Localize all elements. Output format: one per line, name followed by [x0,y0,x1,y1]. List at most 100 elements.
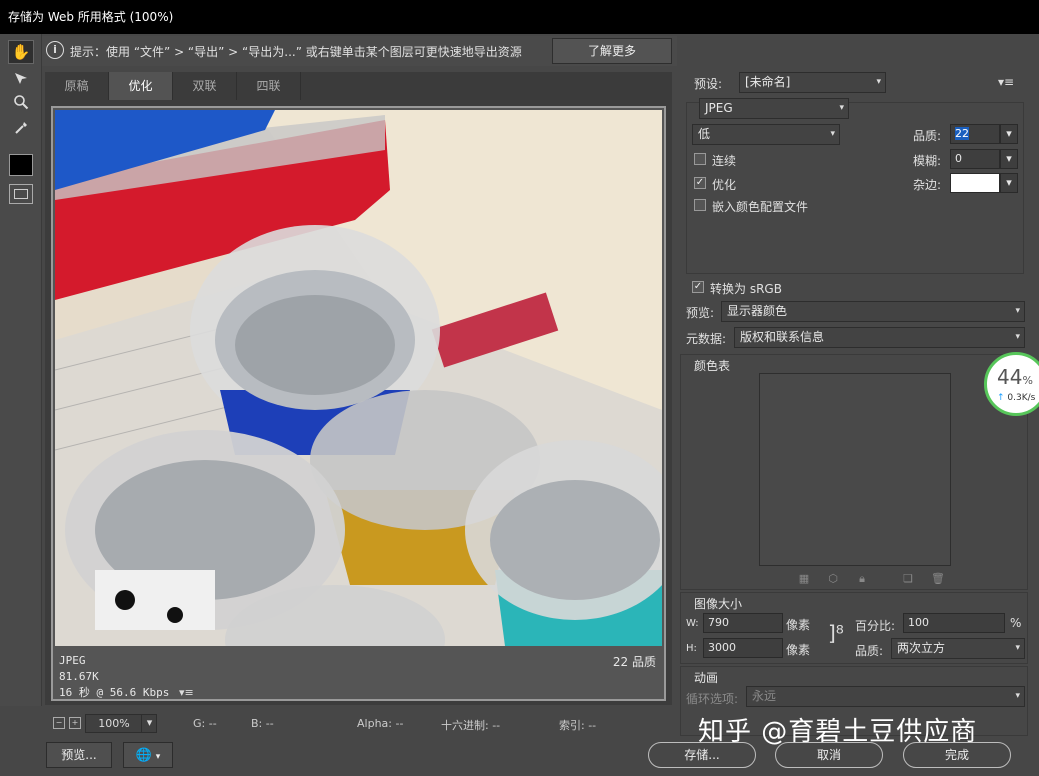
chevron-down-icon: ▾ [1015,643,1020,653]
blur-input[interactable]: 0 [950,149,1000,169]
percent-input[interactable]: 100 [903,613,1005,633]
preset-select[interactable]: [未命名] ▾ [739,72,886,93]
width-unit: 像素 [786,618,811,632]
index-readout: 索引: -- [559,719,597,732]
width-label: W: [686,618,699,629]
chevron-down-icon[interactable]: ▾ [1000,173,1018,193]
metadata-value: 版权和联系信息 [740,330,825,344]
hint-text: 提示：使用 “文件” > “导出” > “导出为...” 或右键单击某个图层可更… [70,45,522,59]
chevron-down-icon[interactable]: ▾ [141,714,157,733]
link-constrain-icon[interactable]: ]⁸ [828,621,844,645]
status-bar: − + 100% ▾ G: -- B: -- Alpha: -- 十六进制: -… [45,710,672,738]
blur-label: 模糊: [913,154,942,168]
quality-level-select[interactable]: 低 ▾ [692,124,840,145]
zoom-out-icon[interactable]: − [53,717,65,729]
color-table-title: 颜色表 [694,359,731,373]
hand-icon[interactable]: ✋ [8,40,34,64]
upload-arrow-icon: ↑ [997,393,1005,403]
loop-options-value: 永远 [752,689,777,703]
loop-options-select[interactable]: 永远 ▾ [746,686,1025,707]
chevron-down-icon: ▾ [839,103,844,113]
width-input[interactable]: 790 [703,613,783,633]
learn-more-button[interactable]: 了解更多 [552,38,672,64]
green-readout: G: -- [193,717,217,730]
zoom-icon[interactable] [8,90,34,114]
progressive-checkbox[interactable] [694,153,706,165]
preview-label: 预览: [686,306,715,320]
preview-canvas: JPEG 81.67K 16 秒 @ 56.6 Kbps ▾≡ 22 品质 [45,100,672,705]
hint-bar: i 提示：使用 “文件” > “导出” > “导出为...” 或右键单击某个图层… [42,36,677,66]
preset-value: [未命名] [745,75,791,89]
resample-quality-value: 两次立方 [897,641,946,655]
quality-level-value: 低 [698,127,711,141]
new-color-icon[interactable]: ❏ [902,573,914,585]
browser-icon: 🌐 [135,748,152,763]
height-input[interactable]: 3000 [703,638,783,658]
image-quality-readout: 22 品质 [612,655,656,669]
zoom-in-icon[interactable]: + [69,717,81,729]
chevron-down-icon: ▾ [1015,306,1020,316]
format-value: JPEG [705,101,733,115]
web-snap-icon[interactable]: ⬡ [827,573,839,585]
speed-rate: 0.3K/s [1007,393,1036,403]
chevron-down-icon[interactable]: ▾ [1000,149,1018,169]
resample-quality-label: 品质: [855,644,884,658]
quality-label: 品质: [913,129,942,143]
percent-label: 百分比: [855,619,896,633]
alpha-readout: Alpha: -- [357,717,404,730]
view-tabs: 原稿 优化 双联 四联 [45,72,672,100]
chevron-down-icon: ▾ [1015,332,1020,342]
preview-image[interactable] [55,110,662,646]
lock-icon[interactable]: 🔒︎ [856,573,868,585]
metadata-select[interactable]: 版权和联系信息 ▾ [734,327,1025,348]
browser-preview-button[interactable]: 🌐 ▾ [123,742,173,768]
embed-profile-label: 嵌入颜色配置文件 [712,200,809,214]
blue-readout: B: -- [251,717,274,730]
tab-4-up[interactable]: 四联 [237,72,301,100]
preview-button[interactable]: 预览... [46,742,112,768]
metadata-label: 元数据: [686,332,727,346]
height-label: H: [686,643,697,654]
hex-readout: 十六进制: -- [441,719,501,732]
zoom-level-value: 100% [98,717,130,730]
resample-quality-select[interactable]: 两次立方 ▾ [891,638,1025,659]
trash-icon[interactable]: 🗑︎ [931,573,945,585]
image-download-time: 16 秒 @ 56.6 Kbps [59,686,170,699]
embed-profile-checkbox[interactable] [694,199,706,211]
toggle-slices-visibility-icon[interactable] [9,184,33,204]
speed-percent: 44 [997,365,1023,389]
matte-label: 杂边: [913,178,942,192]
speed-percent-sign: % [1022,374,1033,387]
watermark: 知乎 @育碧土豆供应商 [698,717,978,747]
chevron-down-icon: ▾ [876,77,881,87]
height-unit: 像素 [786,643,811,657]
color-table [759,373,951,566]
quality-value: 22 [955,127,969,140]
convert-srgb-checkbox[interactable]: ✓ [692,281,704,293]
quality-input[interactable]: 22 [950,124,1000,144]
window-title: 存储为 Web 所用格式 (100%) [0,0,1039,34]
eyedropper-color-swatch[interactable] [9,154,33,176]
optimized-label: 优化 [712,178,737,192]
download-speed-menu-icon[interactable]: ▾≡ [179,686,194,699]
optimized-checkbox[interactable]: ✓ [694,177,706,189]
chevron-down-icon[interactable]: ▾ [1000,124,1018,144]
format-select[interactable]: JPEG ▾ [699,98,849,119]
tab-optimized[interactable]: 优化 [109,72,173,100]
network-speed-widget[interactable]: 44% ↑ 0.3K/s [984,352,1039,416]
preview-select[interactable]: 显示器颜色 ▾ [721,301,1025,322]
percent-unit: % [1010,616,1022,630]
optimized-preview-pane: JPEG 81.67K 16 秒 @ 56.6 Kbps ▾≡ 22 品质 [51,106,666,701]
slice-select-icon[interactable] [8,66,34,90]
animation-title: 动画 [694,671,719,685]
preset-label: 预设: [694,77,723,91]
tab-2-up[interactable]: 双联 [173,72,237,100]
image-size-title: 图像大小 [694,597,743,611]
map-color-transparent-icon[interactable]: ▦ [798,573,810,585]
optimize-menu-icon[interactable]: ▾≡ [998,75,1014,89]
eyedropper-icon[interactable] [8,116,34,140]
tab-original[interactable]: 原稿 [45,72,109,100]
image-info: JPEG 81.67K 16 秒 @ 56.6 Kbps [59,653,169,701]
progressive-label: 连续 [712,154,737,168]
matte-color-swatch[interactable] [950,173,1000,193]
